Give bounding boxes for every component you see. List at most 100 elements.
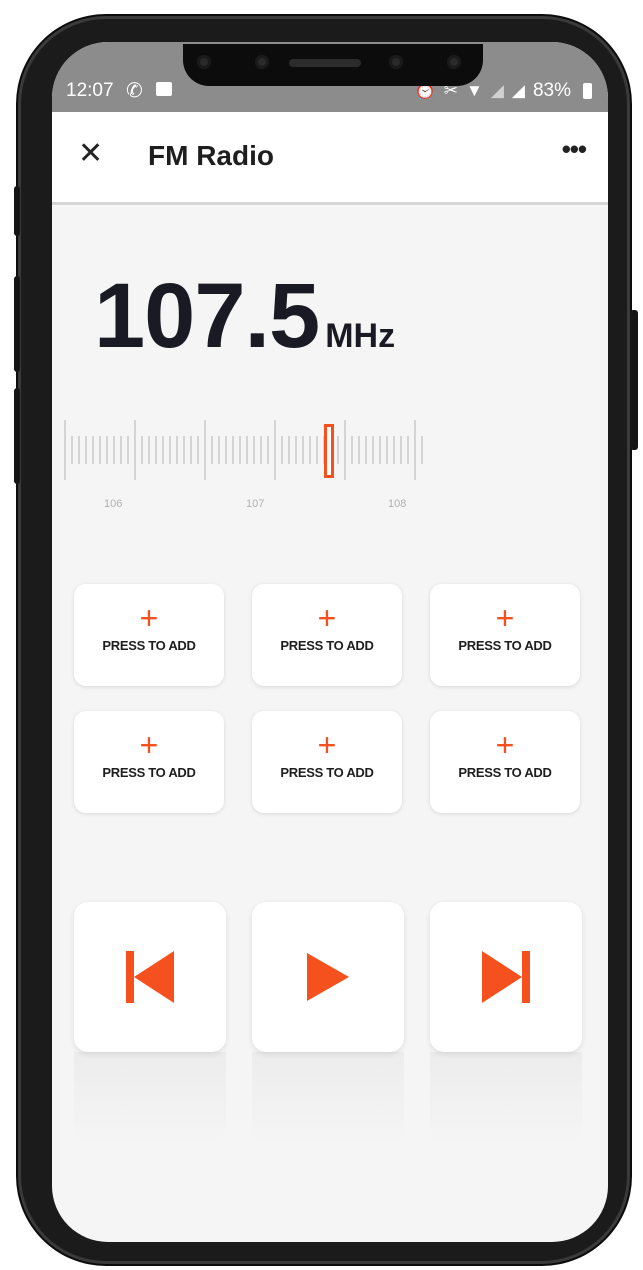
phone-side-button — [14, 186, 20, 236]
scale-tick — [365, 436, 367, 464]
scale-tick — [344, 420, 346, 480]
signal-icon: ◢ — [511, 81, 525, 100]
scale-tick — [246, 436, 248, 464]
scale-tick — [386, 436, 388, 464]
scale-tick — [85, 436, 87, 464]
scale-tick — [113, 436, 115, 464]
scale-tick — [120, 436, 122, 464]
scale-tick — [183, 436, 185, 464]
frequency-unit: MHz — [325, 317, 396, 355]
tuning-cursor[interactable] — [324, 424, 334, 478]
scale-tick — [225, 436, 227, 464]
preset-slot-4[interactable]: + PRESS TO ADD — [74, 711, 224, 813]
more-options-icon[interactable]: ••• — [562, 134, 587, 165]
battery-icon — [583, 83, 592, 99]
scale-tick — [141, 436, 143, 464]
wifi-icon: ▼ — [465, 81, 483, 100]
scale-tick — [127, 436, 129, 464]
scale-tick — [162, 436, 164, 464]
preset-label: PRESS TO ADD — [102, 638, 196, 653]
battery-percent: 83% — [532, 80, 571, 101]
preset-slot-1[interactable]: + PRESS TO ADD — [74, 584, 224, 686]
preset-label: PRESS TO ADD — [458, 765, 552, 780]
preset-slot-3[interactable]: + PRESS TO ADD — [430, 584, 580, 686]
add-icon: + — [317, 600, 337, 636]
screen: 12:07 ✆ ⏰ ✂ ▼ ◢ ◢ 83% ✕ FM Radio ••• 107… — [52, 42, 608, 1242]
scale-tick — [64, 420, 66, 480]
scale-tick — [393, 436, 395, 464]
scale-tick — [204, 420, 206, 480]
app-bar: ✕ FM Radio ••• — [52, 112, 608, 205]
control-reflection — [430, 1052, 582, 1142]
tuning-scale[interactable]: 106 107 108 — [62, 420, 423, 520]
scale-tick — [316, 436, 318, 464]
scale-tick — [239, 436, 241, 464]
scale-tick — [379, 436, 381, 464]
scale-tick — [71, 436, 73, 464]
scale-tick — [211, 436, 213, 464]
skip-previous-icon — [126, 951, 174, 1003]
scale-tick — [197, 436, 199, 464]
next-station-button[interactable] — [430, 902, 582, 1052]
scale-tick — [169, 436, 171, 464]
scale-label-108: 108 — [388, 498, 407, 510]
scale-tick — [267, 436, 269, 464]
close-icon[interactable]: ✕ — [78, 134, 103, 174]
scale-tick — [400, 436, 402, 464]
add-icon: + — [495, 600, 515, 636]
add-icon: + — [317, 727, 337, 763]
scale-tick — [92, 436, 94, 464]
scale-tick — [232, 436, 234, 464]
scale-tick — [78, 436, 80, 464]
sensor-dot — [197, 55, 211, 69]
scale-tick — [106, 436, 108, 464]
phone-notch — [183, 44, 483, 86]
phone-volume-down-button — [14, 388, 20, 484]
preset-slot-5[interactable]: + PRESS TO ADD — [252, 711, 402, 813]
scale-tick — [218, 436, 220, 464]
sensor-dot — [389, 55, 403, 69]
frequency-display: 107.5 MHz — [94, 264, 395, 369]
skip-next-icon — [482, 951, 530, 1003]
play-button[interactable] — [252, 902, 404, 1052]
gallery-icon — [156, 82, 172, 96]
scale-tick — [99, 436, 101, 464]
scale-label-107: 107 — [246, 498, 265, 510]
control-reflection — [74, 1052, 226, 1142]
preset-slot-6[interactable]: + PRESS TO ADD — [430, 711, 580, 813]
previous-station-button[interactable] — [74, 902, 226, 1052]
scale-tick — [274, 420, 276, 480]
scale-tick — [309, 436, 311, 464]
status-time: 12:07 — [66, 80, 114, 101]
proximity-sensor — [447, 55, 461, 69]
scale-tick — [281, 436, 283, 464]
phone-volume-up-button — [14, 276, 20, 372]
scale-label-106: 106 — [104, 498, 123, 510]
scale-tick — [155, 436, 157, 464]
scale-tick — [253, 436, 255, 464]
scale-tick — [407, 436, 409, 464]
preset-label: PRESS TO ADD — [102, 765, 196, 780]
scale-tick — [372, 436, 374, 464]
page-title: FM Radio — [148, 140, 274, 171]
preset-label: PRESS TO ADD — [458, 638, 552, 653]
scale-tick — [260, 436, 262, 464]
signal-off-icon: ◢ — [490, 81, 504, 100]
phone-power-button — [630, 310, 638, 450]
scale-tick — [414, 420, 416, 480]
scale-tick — [302, 436, 304, 464]
preset-label: PRESS TO ADD — [280, 765, 374, 780]
add-icon: + — [139, 727, 159, 763]
earpiece-speaker — [289, 59, 361, 67]
add-icon: + — [139, 600, 159, 636]
add-icon: + — [495, 727, 515, 763]
scale-tick — [421, 436, 423, 464]
frequency-value: 107.5 — [94, 265, 320, 367]
preset-slot-2[interactable]: + PRESS TO ADD — [252, 584, 402, 686]
front-camera — [255, 55, 269, 69]
scale-tick — [295, 436, 297, 464]
scale-tick — [190, 436, 192, 464]
scale-tick — [134, 420, 136, 480]
scale-tick — [337, 436, 339, 464]
scale-tick — [288, 436, 290, 464]
